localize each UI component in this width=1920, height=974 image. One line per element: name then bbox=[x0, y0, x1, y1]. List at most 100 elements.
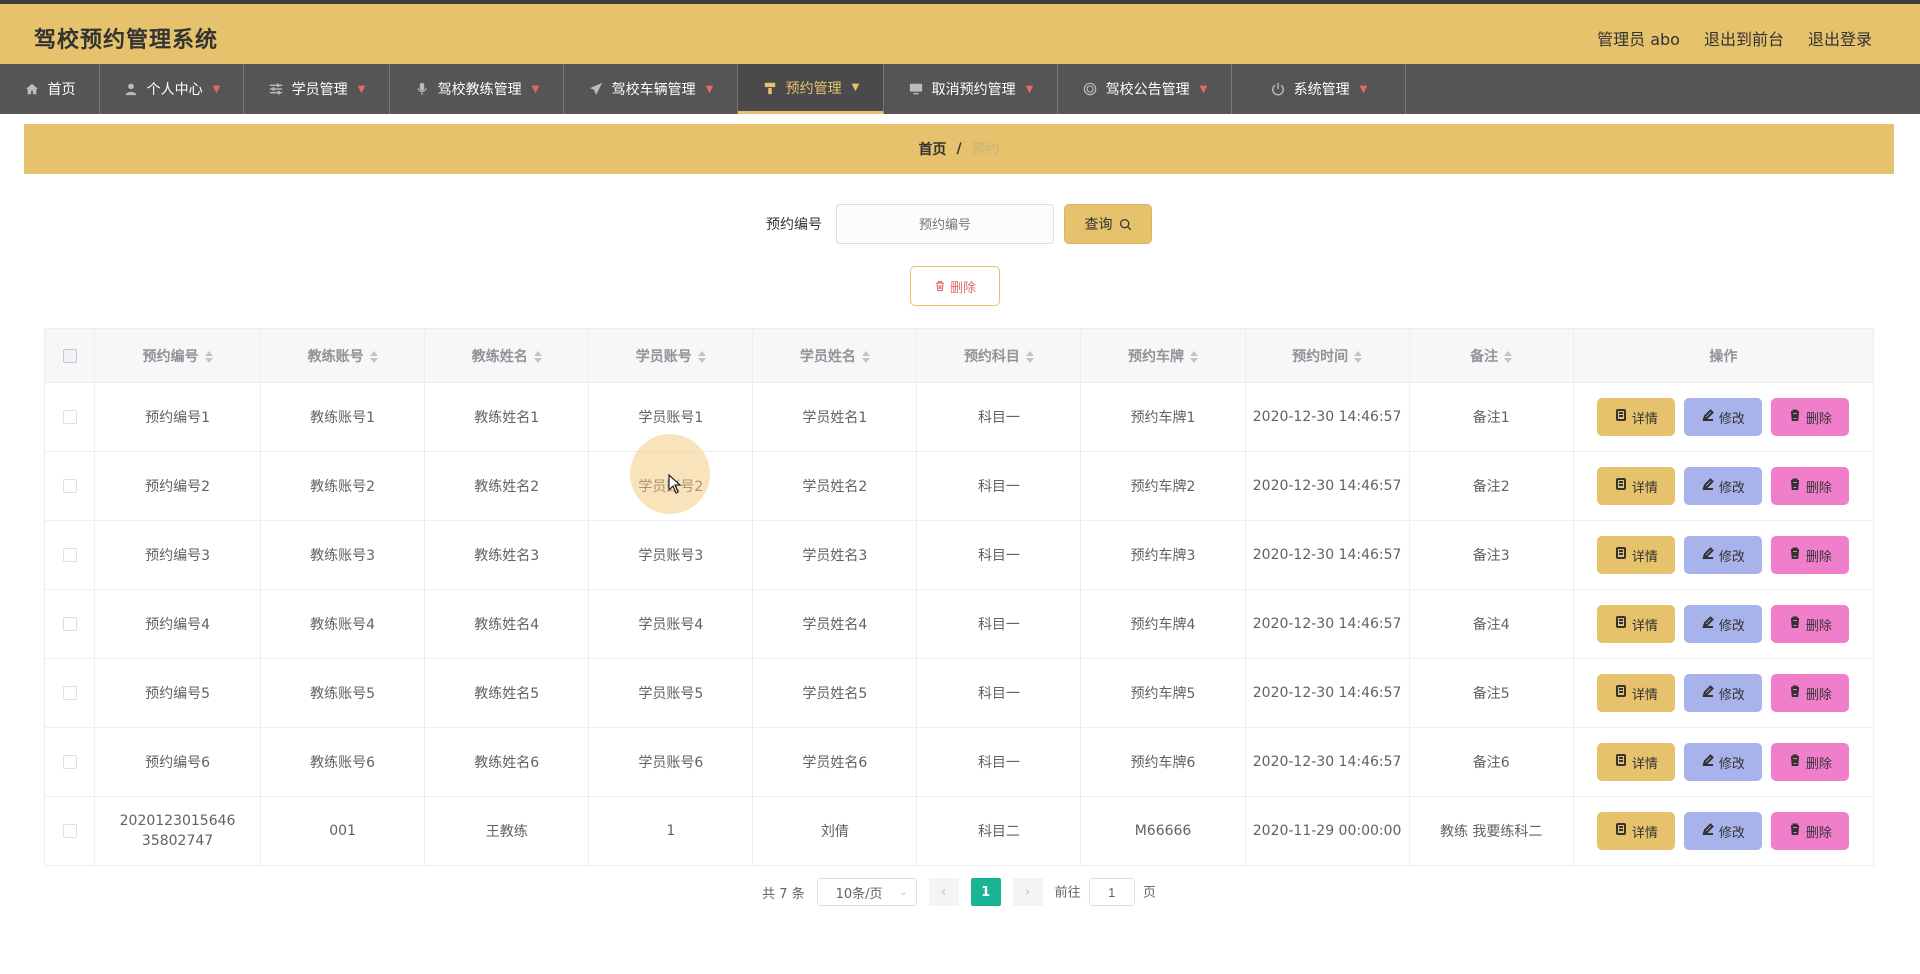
user-icon bbox=[123, 81, 139, 97]
nav-item-4[interactable]: 驾校车辆管理 ▼ bbox=[564, 64, 738, 114]
column-header-0[interactable]: 预约编号 bbox=[94, 328, 262, 383]
detail-icon bbox=[1615, 409, 1627, 425]
nav-item-7[interactable]: 驾校公告管理 ▼ bbox=[1058, 64, 1232, 114]
column-header-5[interactable]: 预约科目 bbox=[916, 328, 1082, 383]
detail-button[interactable]: 详情 bbox=[1597, 743, 1676, 781]
sort-icon[interactable] bbox=[697, 350, 706, 363]
detail-button[interactable]: 详情 bbox=[1597, 674, 1676, 712]
detail-button[interactable]: 详情 bbox=[1597, 536, 1676, 574]
column-header-2[interactable]: 教练姓名 bbox=[424, 328, 590, 383]
row-checkbox[interactable] bbox=[62, 548, 77, 562]
delete-button[interactable]: 删除 bbox=[1771, 674, 1850, 712]
edit-button[interactable]: 修改 bbox=[1684, 398, 1763, 436]
next-page-button[interactable]: › bbox=[1012, 878, 1043, 906]
sort-icon[interactable] bbox=[1504, 350, 1513, 363]
detail-button[interactable]: 详情 bbox=[1597, 398, 1676, 436]
cell-value: 预约车牌3 bbox=[1130, 548, 1196, 564]
edit-button[interactable]: 修改 bbox=[1684, 605, 1763, 643]
edit-button[interactable]: 修改 bbox=[1684, 743, 1763, 781]
edit-button[interactable]: 修改 bbox=[1684, 812, 1763, 850]
nav-item-8[interactable]: 系统管理 ▼ bbox=[1232, 64, 1406, 114]
detail-button[interactable]: 详情 bbox=[1597, 605, 1676, 643]
table-cell: M66666 bbox=[1080, 796, 1246, 866]
row-checkbox[interactable] bbox=[62, 617, 77, 631]
delete-button[interactable]: 删除 bbox=[1771, 536, 1850, 574]
column-header-4[interactable]: 学员姓名 bbox=[752, 328, 918, 383]
table-cell: 学员姓名1 bbox=[752, 382, 918, 452]
column-header-8[interactable]: 备注 bbox=[1408, 328, 1574, 383]
edit-icon bbox=[1702, 409, 1714, 425]
sort-icon[interactable] bbox=[861, 350, 870, 363]
table-row: 202012301564635802747 001 王教练 1 刘倩 科目二 M66666 2… bbox=[43, 796, 1875, 866]
cell-value: 学员姓名4 bbox=[802, 617, 868, 633]
cell-value: 备注1 bbox=[1472, 410, 1510, 426]
column-header-3[interactable]: 学员账号 bbox=[588, 328, 754, 383]
page-number-1[interactable]: 1 bbox=[970, 878, 1001, 906]
edit-button[interactable]: 修改 bbox=[1684, 467, 1763, 505]
exit-to-front-link[interactable]: 退出到前台 bbox=[1704, 26, 1784, 50]
cell-value: 科目一 bbox=[977, 755, 1020, 771]
breadcrumb-home[interactable]: 首页 bbox=[918, 139, 946, 159]
table-cell: 备注1 bbox=[1408, 382, 1574, 452]
detail-button[interactable]: 详情 bbox=[1597, 812, 1676, 850]
sort-icon[interactable] bbox=[533, 350, 542, 363]
detail-button[interactable]: 详情 bbox=[1597, 467, 1676, 505]
edit-button[interactable]: 修改 bbox=[1684, 536, 1763, 574]
row-checkbox[interactable] bbox=[62, 479, 77, 493]
column-header-1[interactable]: 教练账号 bbox=[260, 328, 426, 383]
column-header-6[interactable]: 预约车牌 bbox=[1080, 328, 1246, 383]
trash-icon bbox=[1789, 754, 1801, 770]
query-button[interactable]: 查询 bbox=[1064, 204, 1152, 244]
nav-item-3[interactable]: 驾校教练管理 ▼ bbox=[390, 64, 564, 114]
power-icon bbox=[1270, 81, 1286, 97]
sort-icon[interactable] bbox=[204, 350, 213, 363]
sort-icon[interactable] bbox=[1190, 350, 1199, 363]
sort-icon[interactable] bbox=[369, 350, 378, 363]
cell-value: 预约编号2 bbox=[145, 479, 211, 495]
trash-icon bbox=[936, 280, 944, 292]
breadcrumb-current: 预约 bbox=[971, 142, 1000, 158]
table-cell: 1 bbox=[588, 796, 754, 866]
row-checkbox[interactable] bbox=[62, 824, 77, 838]
nav-item-5[interactable]: 预约管理 ▼ bbox=[738, 64, 884, 114]
row-select-cell bbox=[43, 589, 96, 659]
page-size-select[interactable]: 10条/页 ⌄ bbox=[816, 878, 917, 906]
table-cell: 2020-12-30 14:46:57 bbox=[1244, 451, 1410, 521]
delete-button[interactable]: 删除 bbox=[1771, 743, 1850, 781]
row-checkbox[interactable] bbox=[62, 410, 77, 424]
prev-page-button[interactable]: ‹ bbox=[928, 878, 959, 906]
delete-button[interactable]: 删除 bbox=[1771, 467, 1850, 505]
cell-value: 预约编号5 bbox=[145, 686, 211, 702]
row-actions-cell: 详情 修改 删除 bbox=[1572, 451, 1875, 521]
edit-label: 修改 bbox=[1718, 756, 1745, 772]
delete-button[interactable]: 删除 bbox=[1771, 605, 1850, 643]
nav-item-0[interactable]: 首页 bbox=[0, 64, 100, 114]
cell-value: 预约编号4 bbox=[145, 617, 211, 633]
nav-item-1[interactable]: 个人中心 ▼ bbox=[100, 64, 244, 114]
delete-button[interactable]: 删除 bbox=[1771, 812, 1850, 850]
cell-value: 教练账号3 bbox=[310, 548, 376, 564]
batch-delete-button[interactable]: 删除 bbox=[910, 266, 1000, 306]
edit-button[interactable]: 修改 bbox=[1684, 674, 1763, 712]
cell-value: 预约编号3 bbox=[145, 548, 211, 564]
edit-icon bbox=[1702, 823, 1714, 839]
delete-label: 删除 bbox=[1805, 411, 1832, 427]
sort-icon[interactable] bbox=[1354, 350, 1363, 363]
row-checkbox[interactable] bbox=[62, 755, 77, 769]
row-checkbox[interactable] bbox=[62, 686, 77, 700]
table-cell: 学员姓名3 bbox=[752, 520, 918, 590]
edit-icon bbox=[1702, 616, 1714, 632]
mouse-cursor-icon bbox=[668, 474, 682, 494]
detail-icon bbox=[1615, 754, 1627, 770]
nav-item-2[interactable]: 学员管理 ▼ bbox=[244, 64, 390, 114]
column-header-7[interactable]: 预约时间 bbox=[1244, 328, 1410, 383]
delete-button[interactable]: 删除 bbox=[1771, 398, 1850, 436]
logout-link[interactable]: 退出登录 bbox=[1808, 26, 1872, 50]
edit-label: 修改 bbox=[1718, 825, 1745, 841]
table-cell: 科目二 bbox=[916, 796, 1082, 866]
search-input[interactable] bbox=[836, 204, 1054, 244]
nav-item-6[interactable]: 取消预约管理 ▼ bbox=[884, 64, 1058, 114]
sort-icon[interactable] bbox=[1025, 350, 1034, 363]
select-all-checkbox[interactable] bbox=[62, 348, 77, 363]
goto-page-input[interactable] bbox=[1088, 878, 1135, 906]
